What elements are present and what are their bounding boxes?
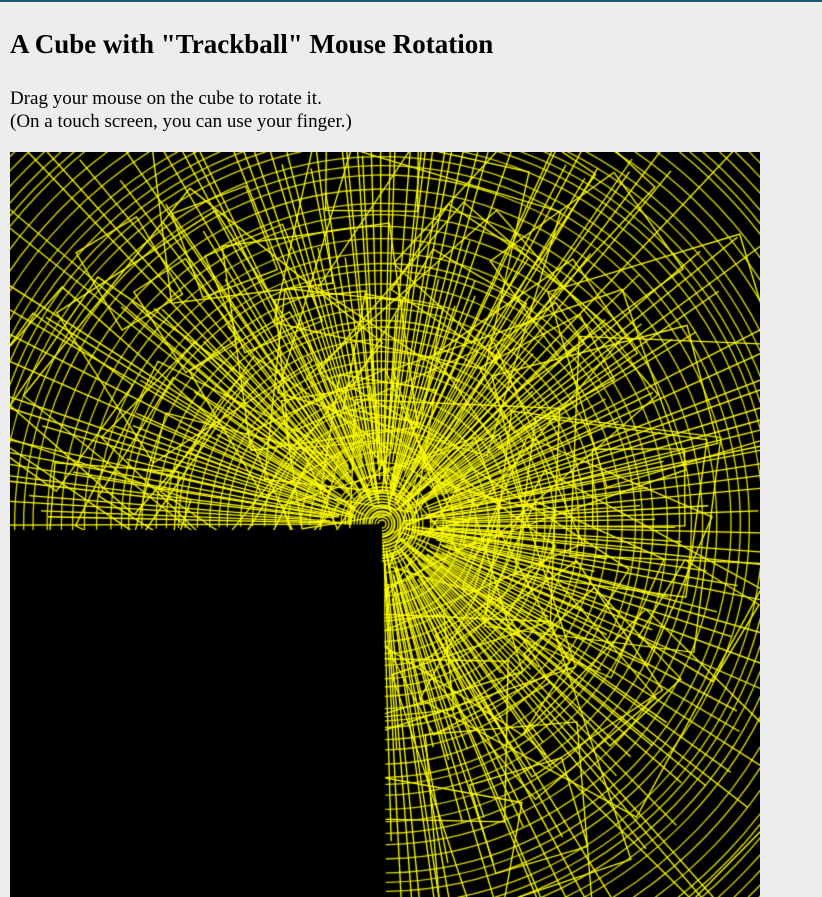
top-accent-border <box>0 0 822 2</box>
trackball-cube-canvas[interactable] <box>10 152 760 897</box>
instructions: Drag your mouse on the cube to rotate it… <box>10 87 352 133</box>
cube-viewport[interactable] <box>10 152 760 897</box>
instruction-line-drag: Drag your mouse on the cube to rotate it… <box>10 88 322 109</box>
instruction-line-touch: (On a touch screen, you can use your fin… <box>10 111 352 132</box>
page-title: A Cube with "Trackball" Mouse Rotation <box>10 29 494 59</box>
